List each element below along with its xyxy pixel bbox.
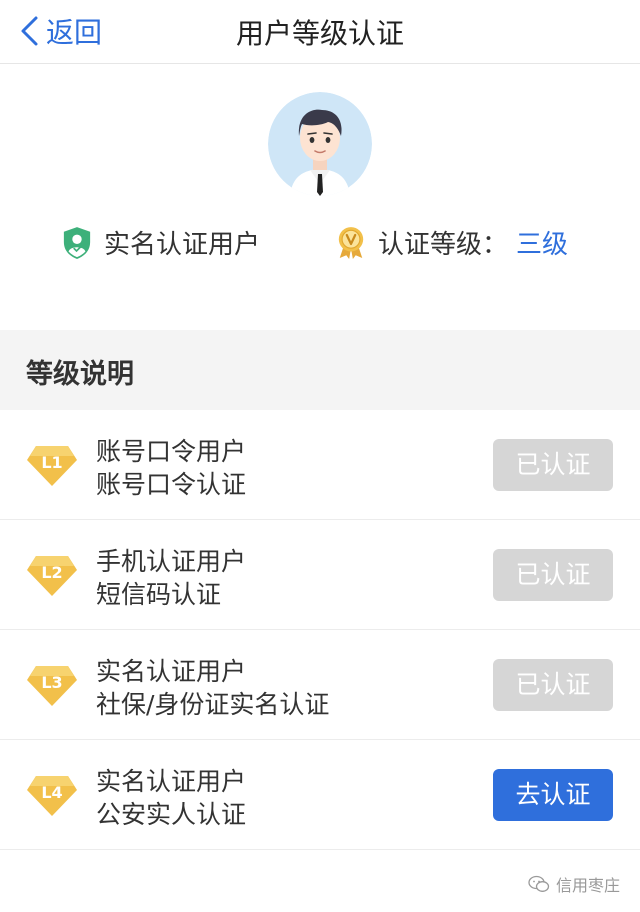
section-header: 等级说明	[0, 330, 640, 410]
level-badge-text: L2	[41, 563, 62, 582]
level-badge-text: L1	[41, 453, 62, 472]
wechat-icon	[528, 875, 550, 892]
profile-section: 实名认证用户 认证等级： 三级	[0, 64, 640, 330]
watermark: 信用枣庄	[528, 872, 620, 896]
level-title: 账号口令用户	[96, 437, 247, 466]
shield-user-icon	[63, 226, 91, 259]
level-desc: 社保/身份证实名认证	[96, 690, 330, 719]
verified-button[interactable]: 已认证	[493, 439, 613, 491]
diamond-level-icon: L2	[27, 556, 77, 596]
level-row-l2: L2 手机认证用户 短信码认证 已认证	[0, 520, 640, 630]
verified-button[interactable]: 已认证	[493, 549, 613, 601]
diamond-level-icon: L1	[27, 446, 77, 486]
level-title: 实名认证用户	[96, 767, 247, 796]
level-list: L1 账号口令用户 账号口令认证 已认证 L2 手机认证用户 短信码认证 已认证…	[0, 410, 640, 850]
page-title: 用户等级认证	[235, 17, 404, 50]
level-row-l4: L4 实名认证用户 公安实人认证 去认证	[0, 740, 640, 850]
level-desc: 短信码认证	[96, 580, 222, 609]
diamond-level-icon: L4	[27, 776, 77, 816]
medal-v-icon	[338, 226, 364, 259]
auth-info-row: 实名认证用户 认证等级： 三级	[0, 224, 640, 264]
auth-level: 认证等级： 三级	[336, 224, 568, 261]
level-badge-text: L3	[41, 673, 62, 692]
level-title: 实名认证用户	[96, 657, 247, 686]
auth-level-label: 认证等级：	[378, 230, 509, 260]
level-title: 手机认证用户	[96, 547, 247, 576]
auth-status: 实名认证用户	[62, 224, 260, 261]
top-nav-bar: 返回 用户等级认证	[0, 0, 640, 64]
avatar	[268, 92, 372, 196]
user-avatar-icon	[268, 92, 372, 196]
level-row-l1: L1 账号口令用户 账号口令认证 已认证	[0, 410, 640, 520]
diamond-level-icon: L3	[27, 666, 77, 706]
start-verification-button[interactable]: 去认证	[493, 769, 613, 821]
section-title: 等级说明	[26, 359, 134, 390]
verified-button[interactable]: 已认证	[493, 659, 613, 711]
level-desc: 公安实人认证	[96, 800, 247, 829]
level-badge-text: L4	[41, 783, 62, 802]
level-desc: 账号口令认证	[96, 470, 247, 499]
watermark-text: 信用枣庄	[555, 876, 620, 895]
auth-level-value: 三级	[516, 230, 569, 260]
level-row-l3: L3 实名认证用户 社保/身份证实名认证 已认证	[0, 630, 640, 740]
auth-status-label: 实名认证用户	[104, 230, 261, 260]
